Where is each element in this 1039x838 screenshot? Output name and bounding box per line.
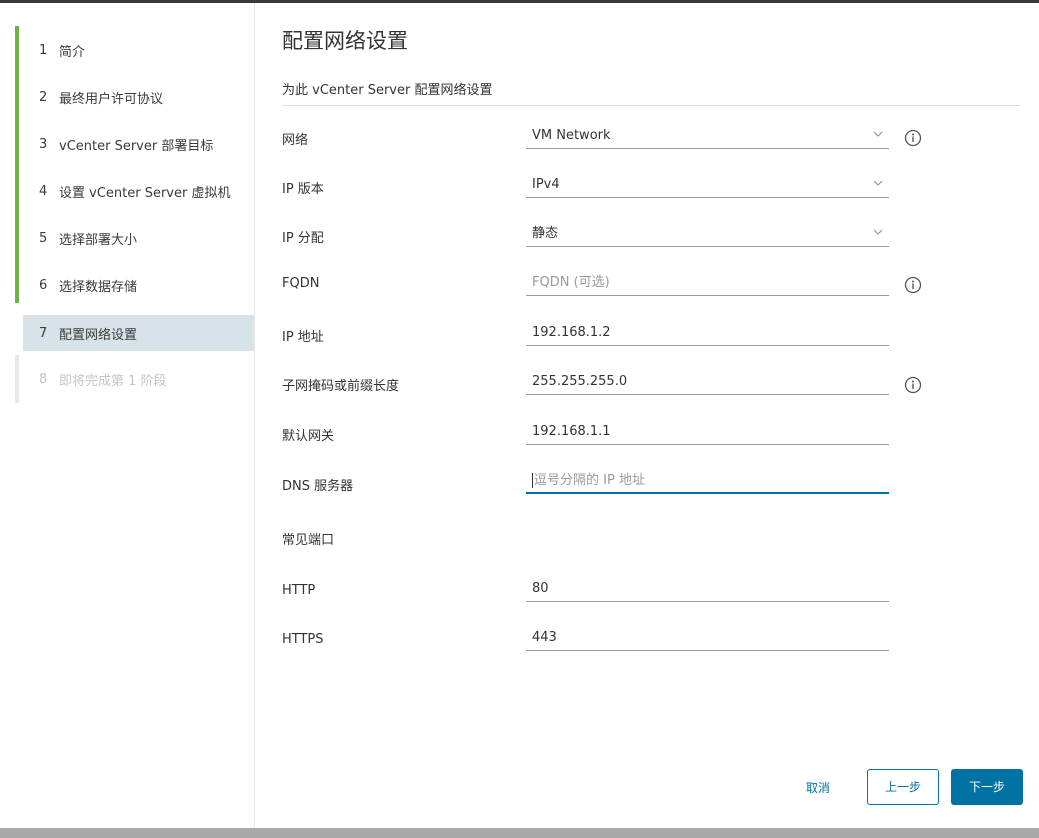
step-deployment-target[interactable]: 3 vCenter Server 部署目标 <box>15 120 255 168</box>
step-label: 最终用户许可协议 <box>59 91 164 107</box>
gateway-value: 192.168.1.1 <box>532 424 611 439</box>
back-button[interactable]: 上一步 <box>867 769 939 805</box>
dns-input[interactable]: 逗号分隔的 IP 地址 <box>526 470 889 494</box>
section-divider <box>282 105 1020 106</box>
chevron-down-icon <box>873 229 883 235</box>
ip-assignment-value: 静态 <box>532 226 559 241</box>
info-icon[interactable] <box>904 276 922 294</box>
fqdn-input[interactable]: FQDN (可选) <box>526 272 889 296</box>
chevron-down-icon <box>873 131 883 137</box>
info-icon[interactable] <box>904 129 922 147</box>
https-label: HTTPS <box>282 632 324 647</box>
step-label: 简介 <box>59 44 86 60</box>
step-label: vCenter Server 部署目标 <box>59 138 214 154</box>
subnet-label: 子网掩码或前缀长度 <box>282 379 400 394</box>
step-label: 配置网络设置 <box>59 327 138 343</box>
ip-address-value: 192.168.1.2 <box>532 325 611 340</box>
gateway-label: 默认网关 <box>282 429 335 444</box>
step-deployment-size[interactable]: 5 选择部署大小 <box>15 214 255 262</box>
step-ready-to-complete: 8 即将完成第 1 阶段 <box>15 355 255 403</box>
step-network-settings[interactable]: 7 配置网络设置 <box>23 315 254 351</box>
https-port-value: 443 <box>532 630 557 645</box>
step-label: 选择部署大小 <box>59 232 138 248</box>
step-progress-bar <box>15 355 19 403</box>
network-value: VM Network <box>532 128 611 143</box>
gateway-input[interactable]: 192.168.1.1 <box>526 421 889 445</box>
step-number: 4 <box>39 183 48 199</box>
step-label: 选择数据存储 <box>59 279 138 295</box>
step-progress-bar <box>15 167 19 215</box>
window-bottom-bar <box>0 828 1039 838</box>
step-label: 设置 vCenter Server 虚拟机 <box>59 185 231 201</box>
step-number: 1 <box>39 42 48 58</box>
ip-version-label: IP 版本 <box>282 182 324 197</box>
step-progress-bar <box>15 261 19 303</box>
info-icon[interactable] <box>904 376 922 394</box>
step-number: 2 <box>39 89 48 105</box>
dns-label: DNS 服务器 <box>282 479 354 494</box>
text-cursor <box>532 473 533 488</box>
step-eula[interactable]: 2 最终用户许可协议 <box>15 73 255 121</box>
fqdn-label: FQDN <box>282 276 320 291</box>
https-port-input[interactable]: 443 <box>526 627 889 651</box>
ip-version-value: IPv4 <box>532 177 560 192</box>
http-port-value: 80 <box>532 581 549 596</box>
step-number: 3 <box>39 136 48 152</box>
subnet-input[interactable]: 255.255.255.0 <box>526 371 889 395</box>
ip-assignment-label: IP 分配 <box>282 231 324 246</box>
step-progress-bar <box>15 26 19 74</box>
step-intro[interactable]: 1 简介 <box>15 26 255 74</box>
wizard-steps-sidebar: 1 简介 2 最终用户许可协议 3 vCenter Server 部署目标 4 … <box>0 3 255 828</box>
http-label: HTTP <box>282 583 316 598</box>
network-label: 网络 <box>282 133 309 148</box>
main-content: 配置网络设置 为此 vCenter Server 配置网络设置 网络 VM Ne… <box>256 3 1039 828</box>
common-ports-heading: 常见端口 <box>282 533 335 548</box>
step-number: 7 <box>39 325 48 341</box>
step-progress-bar <box>15 73 19 121</box>
dns-placeholder: 逗号分隔的 IP 地址 <box>534 473 645 488</box>
page-title: 配置网络设置 <box>282 29 408 53</box>
network-select[interactable]: VM Network <box>526 125 889 149</box>
step-label: 即将完成第 1 阶段 <box>59 373 167 389</box>
ip-address-input[interactable]: 192.168.1.2 <box>526 322 889 346</box>
chevron-down-icon <box>873 180 883 186</box>
cancel-button[interactable]: 取消 <box>794 777 842 799</box>
ip-address-label: IP 地址 <box>282 330 324 345</box>
next-button[interactable]: 下一步 <box>951 769 1023 805</box>
http-port-input[interactable]: 80 <box>526 578 889 602</box>
step-progress-bar <box>15 120 19 168</box>
page-subtitle: 为此 vCenter Server 配置网络设置 <box>282 83 493 98</box>
step-number: 6 <box>39 277 48 293</box>
step-datastore[interactable]: 6 选择数据存储 <box>15 261 255 303</box>
step-number: 8 <box>39 371 48 387</box>
step-number: 5 <box>39 230 48 246</box>
fqdn-placeholder: FQDN (可选) <box>532 275 610 290</box>
ip-version-select[interactable]: IPv4 <box>526 174 889 198</box>
subnet-value: 255.255.255.0 <box>532 374 628 389</box>
step-progress-bar <box>15 214 19 262</box>
step-vm-setup[interactable]: 4 设置 vCenter Server 虚拟机 <box>15 167 255 215</box>
ip-assignment-select[interactable]: 静态 <box>526 223 889 247</box>
